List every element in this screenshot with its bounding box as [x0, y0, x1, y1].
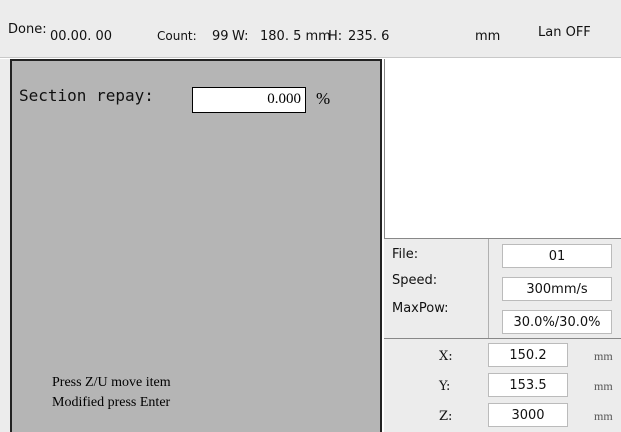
count-value: 99	[212, 29, 229, 44]
speed-label: Speed:	[392, 273, 438, 288]
width-label: W:	[232, 29, 249, 44]
file-value: 01	[502, 244, 612, 268]
x-label: X:	[439, 349, 453, 364]
coordinate-table: X: 150.2 mm Y: 153.5 mm Z: 3000 mm	[384, 338, 621, 432]
maxpow-value: 30.0%/30.0%	[502, 310, 612, 334]
z-value: 3000	[488, 403, 568, 427]
z-unit: mm	[594, 409, 613, 423]
height-label: H:	[328, 29, 343, 44]
lan-status: Lan OFF	[538, 25, 591, 40]
section-repay-input[interactable]: 0.000	[192, 87, 306, 113]
x-unit: mm	[594, 349, 613, 363]
y-label: Y:	[439, 379, 451, 394]
hint-press-enter: Modified press Enter	[52, 395, 171, 410]
hint-move-item: Press Z/U move item	[52, 375, 171, 390]
job-info-table: File: 01 Speed: 300mm/s MaxPow: 30.0%/30…	[384, 238, 621, 339]
x-value: 150.2	[488, 343, 568, 367]
status-bar: Done: 00.00. 00 Count: 99 W: 180. 5 mm H…	[0, 0, 621, 58]
done-value: 00.00. 00	[50, 29, 113, 44]
left-margin	[0, 59, 10, 432]
maxpow-label: MaxPow:	[392, 301, 449, 316]
size-unit: mm	[475, 29, 501, 44]
graphic-preview	[384, 59, 621, 238]
count-label: Count:	[157, 29, 197, 43]
section-repay-label: Section repay:	[19, 86, 154, 105]
height-value: 235. 6	[348, 29, 390, 44]
info-divider	[488, 239, 489, 339]
section-repay-unit: %	[316, 89, 331, 108]
y-value: 153.5	[488, 373, 568, 397]
file-label: File:	[392, 247, 419, 262]
done-label: Done:	[8, 22, 47, 37]
width-value: 180. 5 mm	[260, 29, 331, 44]
y-unit: mm	[594, 379, 613, 393]
z-label: Z:	[439, 409, 453, 424]
speed-value: 300mm/s	[502, 277, 612, 301]
